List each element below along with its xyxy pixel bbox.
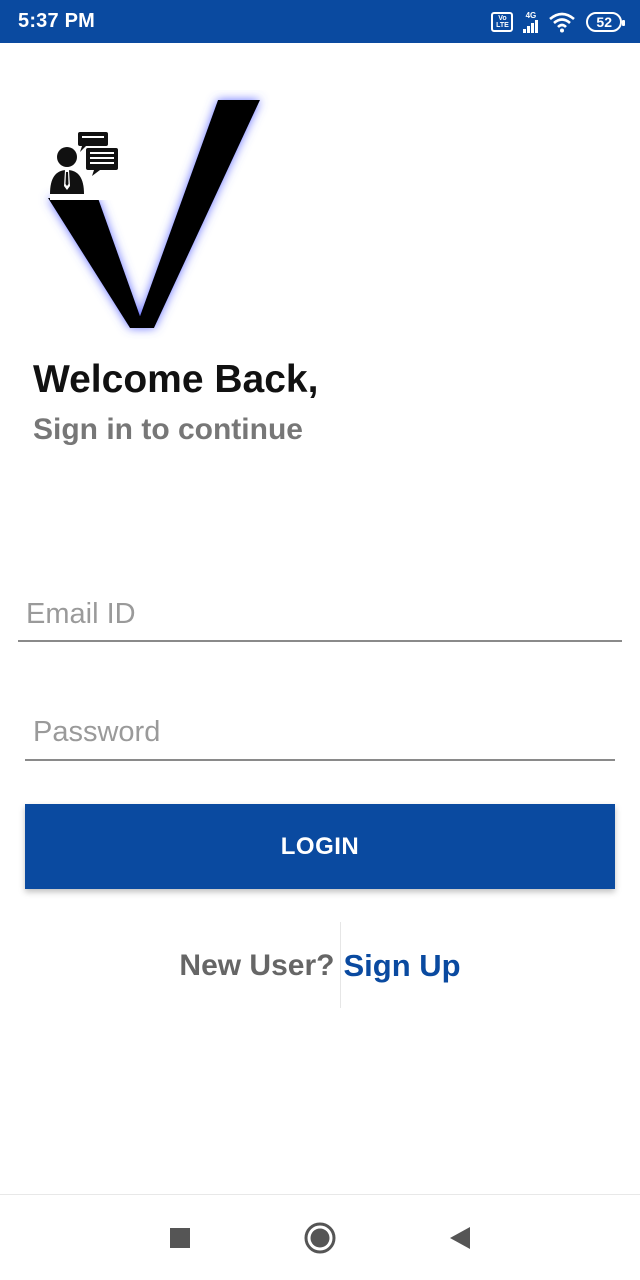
status-time: 5:37 PM xyxy=(18,10,95,32)
system-nav-bar xyxy=(0,1194,640,1280)
square-icon xyxy=(170,1227,190,1248)
status-bar: 5:37 PM Vo LTE 4G 52 xyxy=(0,0,640,43)
home-button[interactable] xyxy=(300,1218,340,1258)
signup-row: New User? Sign Up xyxy=(0,922,640,1008)
sign-up-link[interactable]: Sign Up xyxy=(341,922,460,984)
back-button[interactable] xyxy=(440,1218,480,1258)
person-chat-icon xyxy=(50,130,120,200)
volte-icon: Vo LTE xyxy=(491,11,514,32)
status-icons: Vo LTE 4G 52 xyxy=(491,11,625,33)
email-field[interactable] xyxy=(18,588,622,642)
password-field[interactable] xyxy=(25,706,615,761)
v-logo-icon xyxy=(48,100,260,328)
triangle-back-icon xyxy=(450,1226,470,1249)
new-user-text: New User? xyxy=(179,922,342,1008)
battery-icon: 52 xyxy=(586,11,625,32)
circle-icon xyxy=(304,1222,336,1253)
recent-apps-button[interactable] xyxy=(160,1218,200,1258)
sign-in-subtitle: Sign in to continue xyxy=(33,413,303,446)
signal-icon: 4G xyxy=(523,11,539,33)
login-button[interactable]: LOGIN xyxy=(25,804,615,889)
wifi-icon xyxy=(549,12,576,32)
welcome-heading: Welcome Back, xyxy=(33,358,319,401)
app-logo xyxy=(30,90,290,340)
